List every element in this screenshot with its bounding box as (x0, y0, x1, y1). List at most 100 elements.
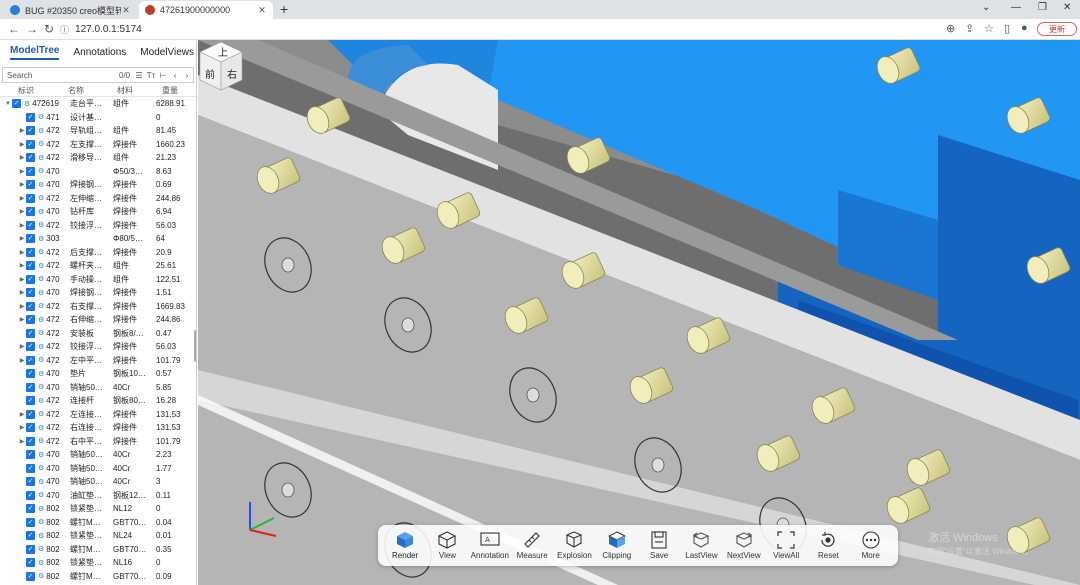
tree-row[interactable]: ✓ ⚙ 470 销轴50… 40Cr 1.77 (0, 462, 196, 476)
expand-toggle-icon[interactable]: ▶ (18, 208, 26, 215)
expand-toggle-icon[interactable]: ▶ (18, 195, 26, 202)
tree-row[interactable]: ✓ ⚙ 470 销轴50… 40Cr 2.23 (0, 448, 196, 462)
annotation-button[interactable]: A Annotation (469, 527, 511, 565)
expand-toggle-icon[interactable]: ▶ (18, 181, 26, 188)
expand-toggle-icon[interactable]: ▶ (18, 316, 26, 323)
tree-row[interactable]: ✓ ⚙ 470 垫片 钢板10… 0.57 (0, 367, 196, 381)
restore-icon[interactable]: ❐ (1038, 2, 1047, 13)
minimize-icon[interactable]: — (1011, 2, 1021, 13)
render-button[interactable]: Render (384, 527, 426, 565)
tree-row[interactable]: ✓ ⚙ 802 螺钉M… GBT70… 0.35 (0, 543, 196, 557)
expand-toggle-icon[interactable]: ▶ (18, 303, 26, 310)
search-input[interactable]: Search (3, 71, 119, 80)
measure-button[interactable]: Measure (511, 527, 553, 565)
visibility-checkbox[interactable]: ✓ (12, 99, 21, 109)
visibility-checkbox[interactable]: ✓ (26, 261, 35, 271)
tree-row[interactable]: ▶ ✓ ⚙ 472 右连接… 焊接件 131.53 (0, 421, 196, 435)
visibility-checkbox[interactable]: ✓ (26, 166, 35, 176)
expand-toggle-icon[interactable]: ▶ (18, 424, 26, 431)
tree-row[interactable]: ▶ ✓ ⚙ 472 右支撑… 焊接件 1669.83 (0, 300, 196, 314)
visibility-checkbox[interactable]: ✓ (26, 369, 35, 379)
visibility-checkbox[interactable]: ✓ (26, 436, 35, 446)
forward-icon[interactable]: → (26, 22, 38, 36)
visibility-checkbox[interactable]: ✓ (26, 274, 35, 284)
chevron-down-icon[interactable]: ⌄ (982, 2, 990, 13)
expand-toggle-icon[interactable]: ▶ (18, 276, 26, 283)
tree-row[interactable]: ✓ ⚙ 802 锁紧垫… NL24 0.01 (0, 529, 196, 543)
visibility-checkbox[interactable]: ✓ (26, 382, 35, 392)
visibility-checkbox[interactable]: ✓ (26, 504, 35, 514)
tree-row[interactable]: ▶ ✓ ⚙ 472 右中平… 焊接件 101.79 (0, 435, 196, 449)
tree-row[interactable]: ✓ ⚙ 472 安装板 钢板8/… 0.47 (0, 327, 196, 341)
visibility-checkbox[interactable]: ✓ (26, 112, 35, 122)
tree-row[interactable]: ▶ ✓ ⚙ 472 左中平… 焊接件 101.79 (0, 354, 196, 368)
font-icon[interactable]: Tт (145, 71, 157, 80)
visibility-checkbox[interactable]: ✓ (26, 328, 35, 338)
tree-row[interactable]: ▶ ✓ ⚙ 472 左连接… 焊接件 131.53 (0, 408, 196, 422)
visibility-checkbox[interactable]: ✓ (26, 558, 35, 568)
column-icon[interactable]: ⊢ (157, 71, 169, 80)
expand-toggle-icon[interactable]: ▶ (18, 438, 26, 445)
visibility-checkbox[interactable]: ✓ (26, 490, 35, 500)
visibility-checkbox[interactable]: ✓ (26, 396, 35, 406)
expand-toggle-icon[interactable]: ▶ (18, 235, 26, 242)
profile-icon[interactable]: ● (1021, 22, 1028, 34)
expand-toggle-icon[interactable]: ▶ (18, 357, 26, 364)
tree-row[interactable]: ▶ ✓ ⚙ 472 左伸缩… 焊接件 244.86 (0, 192, 196, 206)
visibility-checkbox[interactable]: ✓ (26, 153, 35, 163)
expand-toggle-icon[interactable]: ▶ (18, 154, 26, 161)
visibility-checkbox[interactable]: ✓ (26, 544, 35, 554)
visibility-checkbox[interactable]: ✓ (26, 301, 35, 311)
expand-toggle-icon[interactable]: ▶ (18, 262, 26, 269)
sidebar-icon[interactable]: ▯ (1004, 22, 1010, 35)
star-icon[interactable]: ☆ (984, 22, 994, 35)
column-header[interactable]: 材料 (100, 85, 150, 96)
tree-row[interactable]: ▶ ✓ ⚙ 470 手动操… 组件 122.51 (0, 273, 196, 287)
tree-row[interactable]: ▶ ✓ ⚙ 472 滑移导… 组件 21.23 (0, 151, 196, 165)
visibility-checkbox[interactable]: ✓ (26, 220, 35, 230)
visibility-checkbox[interactable]: ✓ (26, 517, 35, 527)
explosion-button[interactable]: Explosion (553, 527, 595, 565)
reset-button[interactable]: Reset (807, 527, 849, 565)
clipping-button[interactable]: Clipping (596, 527, 638, 565)
new-tab-icon[interactable]: + (280, 1, 288, 17)
more-button[interactable]: More (850, 527, 892, 565)
tree-row[interactable]: ✓ ⚙ 802 锁紧垫… NL16 0 (0, 556, 196, 570)
tab-model-views[interactable]: ModelViews (140, 47, 194, 58)
tree-row[interactable]: ✓ ⚙ 472 连接杆 钢板80… 16.28 (0, 394, 196, 408)
visibility-checkbox[interactable]: ✓ (26, 247, 35, 257)
visibility-checkbox[interactable]: ✓ (26, 342, 35, 352)
expand-toggle-icon[interactable]: ▶ (18, 343, 26, 350)
tree-row[interactable]: ▶ ✓ ⚙ 472 螺杆夹… 组件 25.61 (0, 259, 196, 273)
expand-toggle-icon[interactable]: ▶ (18, 249, 26, 256)
close-icon[interactable]: ✕ (121, 5, 131, 16)
tree-row[interactable]: ✓ ⚙ 470 销轴50… 40Cr 5.85 (0, 381, 196, 395)
tree-row[interactable]: ▶ ✓ ⚙ 470 焊接钢… 焊接件 1.51 (0, 286, 196, 300)
prev-icon[interactable]: ‹ (169, 71, 181, 80)
back-icon[interactable]: ← (8, 22, 20, 36)
visibility-checkbox[interactable]: ✓ (26, 450, 35, 460)
visibility-checkbox[interactable]: ✓ (26, 180, 35, 190)
tree-row[interactable]: ✓ ⚙ 470 销轴50… 40Cr 3 (0, 475, 196, 489)
tree-row[interactable]: ▶ ✓ ⚙ 472 铰接浮… 焊接件 56.03 (0, 340, 196, 354)
visibility-checkbox[interactable]: ✓ (26, 423, 35, 433)
visibility-checkbox[interactable]: ✓ (26, 234, 35, 244)
visibility-checkbox[interactable]: ✓ (26, 126, 35, 136)
expand-toggle-icon[interactable]: ▶ (18, 168, 26, 175)
visibility-checkbox[interactable]: ✓ (26, 315, 35, 325)
share-icon[interactable]: ⇪ (965, 22, 974, 35)
visibility-checkbox[interactable]: ✓ (26, 288, 35, 298)
next-view-button[interactable]: NextView (723, 527, 765, 565)
url-field[interactable]: ⓘ 127.0.0.1:5174 (60, 21, 1000, 37)
tab-model-tree[interactable]: ModelTree (10, 45, 60, 60)
visibility-checkbox[interactable]: ✓ (26, 463, 35, 473)
visibility-checkbox[interactable]: ✓ (26, 207, 35, 217)
column-header[interactable]: 标识 (0, 85, 52, 96)
reload-icon[interactable]: ↻ (44, 22, 54, 36)
tab-annotations[interactable]: Annotations (73, 47, 126, 58)
visibility-checkbox[interactable]: ✓ (26, 571, 35, 581)
column-header[interactable]: 名称 (52, 85, 100, 96)
visibility-checkbox[interactable]: ✓ (26, 477, 35, 487)
tree-row[interactable]: ▼ ✓ ⚙ 472619 走台平… 组件 6288.91 (0, 97, 196, 111)
visibility-checkbox[interactable]: ✓ (26, 531, 35, 541)
